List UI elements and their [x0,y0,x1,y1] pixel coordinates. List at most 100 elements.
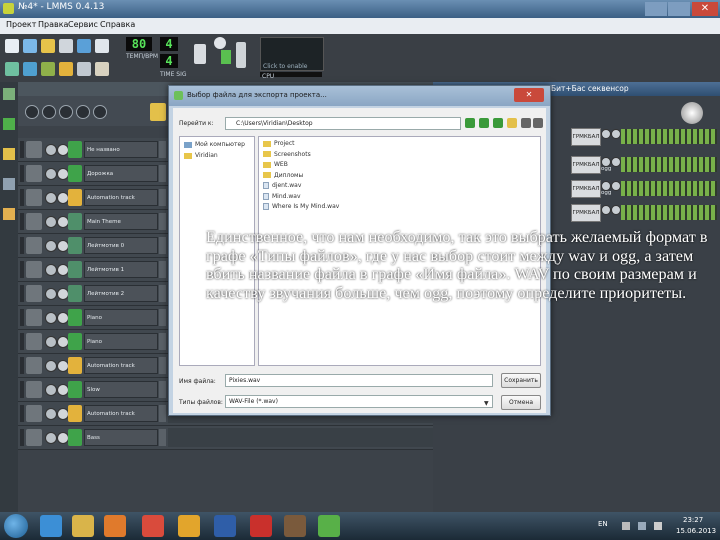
place-item[interactable]: Мой компьютер [184,141,245,148]
track-grip-icon[interactable] [20,381,24,398]
track-settings-cell[interactable] [159,285,166,302]
minimize-button[interactable] [645,2,667,16]
add-sample-track-button[interactable] [76,105,90,119]
track-grip-icon[interactable] [20,405,24,422]
media-player-icon[interactable] [104,515,126,537]
maximize-button[interactable] [668,2,690,16]
clock-date[interactable]: 15.06.2013 [676,527,716,535]
track-name[interactable]: Лейтмотив 0 [84,237,158,254]
project-notes-icon[interactable] [95,62,109,76]
bb-pan-knob-icon[interactable] [611,157,621,167]
bb-instrument-button[interactable]: ГРМКБАЛ [571,156,601,174]
file-item[interactable]: Project [263,140,295,147]
save-project-icon[interactable] [77,39,91,53]
menu-project[interactable]: Проект [6,20,36,29]
file-item[interactable]: djent.wav [263,182,301,189]
recent-projects-icon[interactable] [59,39,73,53]
volume-knob-icon[interactable] [45,384,57,396]
track-actions-icon[interactable] [26,309,42,326]
track-settings-cell[interactable] [159,357,166,374]
master-pitch-slider[interactable] [236,42,246,68]
track-actions-icon[interactable] [26,381,42,398]
track-settings-cell[interactable] [159,261,166,278]
timesig-numerator[interactable]: 4 [160,37,178,51]
file-item[interactable]: Where Is My Mind.wav [263,203,339,210]
volume-knob-icon[interactable] [45,144,57,156]
file-item[interactable]: WEB [263,161,288,168]
cancel-button[interactable]: Отмена [501,395,541,410]
bb-row[interactable]: ГРМКБАЛ ogg [571,178,717,200]
bb-instrument-button[interactable]: ГРМКБАЛ [571,128,601,146]
track-settings-cell[interactable] [159,189,166,206]
bb-volume-knob-icon[interactable] [601,129,611,139]
lookin-path-combo[interactable]: C:\Users\Viridian\Desktop [225,117,461,130]
tempo-display[interactable]: 80 [126,37,152,51]
save-button[interactable]: Сохранить [501,373,541,388]
track-actions-icon[interactable] [26,261,42,278]
volume-knob-icon[interactable] [45,288,57,300]
clock-time[interactable]: 23:27 [683,516,703,524]
filename-input[interactable]: Pixies.wav [225,374,493,387]
track-name[interactable]: Automation track [84,189,158,206]
new-project-icon[interactable] [5,39,19,53]
track-grip-icon[interactable] [20,141,24,158]
track-actions-icon[interactable] [26,189,42,206]
track-row[interactable]: Bass [18,426,433,450]
menu-tools[interactable]: Сервис [68,20,98,29]
track-settings-cell[interactable] [159,333,166,350]
up-folder-icon[interactable] [493,118,503,128]
bb-instrument-button[interactable]: ГРМКБАЛ [571,204,601,222]
bb-row[interactable]: ГРМКБАЛ [571,202,717,224]
track-settings-cell[interactable] [159,141,166,158]
dialog-close-button[interactable]: ✕ [514,88,544,102]
track-actions-icon[interactable] [26,285,42,302]
ie-icon[interactable] [40,515,62,537]
tray-volume-icon[interactable] [654,522,662,530]
track-name[interactable]: Лейтмотив 1 [84,261,158,278]
add-bb-track-button[interactable] [59,105,73,119]
fl-studio-icon[interactable] [178,515,200,537]
app-stripes-icon[interactable] [284,515,306,537]
piano-roll-icon[interactable] [41,62,55,76]
bb-step-sequence[interactable] [621,205,717,220]
stop-button[interactable] [42,105,56,119]
play-button[interactable] [25,105,39,119]
volume-knob-icon[interactable] [45,312,57,324]
track-grip-icon[interactable] [20,285,24,302]
start-button[interactable] [4,514,28,538]
track-name[interactable]: Slow [84,381,158,398]
track-actions-icon[interactable] [26,237,42,254]
track-name[interactable]: Automation track [84,357,158,374]
fx-mixer-icon[interactable] [77,62,91,76]
place-item[interactable]: Viridian [184,152,218,159]
bb-row[interactable]: ГРМКБАЛ ogg [571,154,717,176]
track-settings-cell[interactable] [159,213,166,230]
bb-step-sequence[interactable] [621,157,717,172]
side-samples-icon[interactable] [3,118,15,130]
volume-knob-icon[interactable] [45,432,57,444]
bb-editor-icon[interactable] [23,62,37,76]
track-grip-icon[interactable] [20,333,24,350]
language-indicator[interactable]: EN [598,520,608,528]
track-name[interactable]: Bass [84,429,158,446]
track-grip-icon[interactable] [20,429,24,446]
track-grip-icon[interactable] [20,165,24,182]
track-grip-icon[interactable] [20,213,24,230]
automation-editor-icon[interactable] [59,62,73,76]
tray-flag-icon[interactable] [622,522,630,530]
side-projects-icon[interactable] [3,148,15,160]
menu-edit[interactable]: Правка [38,20,68,29]
track-settings-cell[interactable] [159,309,166,326]
export-project-icon[interactable] [95,39,109,53]
track-name[interactable]: Не названо [84,141,158,158]
track-name[interactable]: Main Theme [84,213,158,230]
volume-knob-icon[interactable] [45,408,57,420]
volume-knob-icon[interactable] [45,336,57,348]
bb-row[interactable]: ГРМКБАЛ [571,126,717,148]
volume-knob-icon[interactable] [45,192,57,204]
side-home-icon[interactable] [3,208,15,220]
track-actions-icon[interactable] [26,429,42,446]
lmms-icon[interactable] [318,515,340,537]
track-name[interactable]: Лейтмотив 2 [84,285,158,302]
side-instruments-icon[interactable] [3,88,15,100]
